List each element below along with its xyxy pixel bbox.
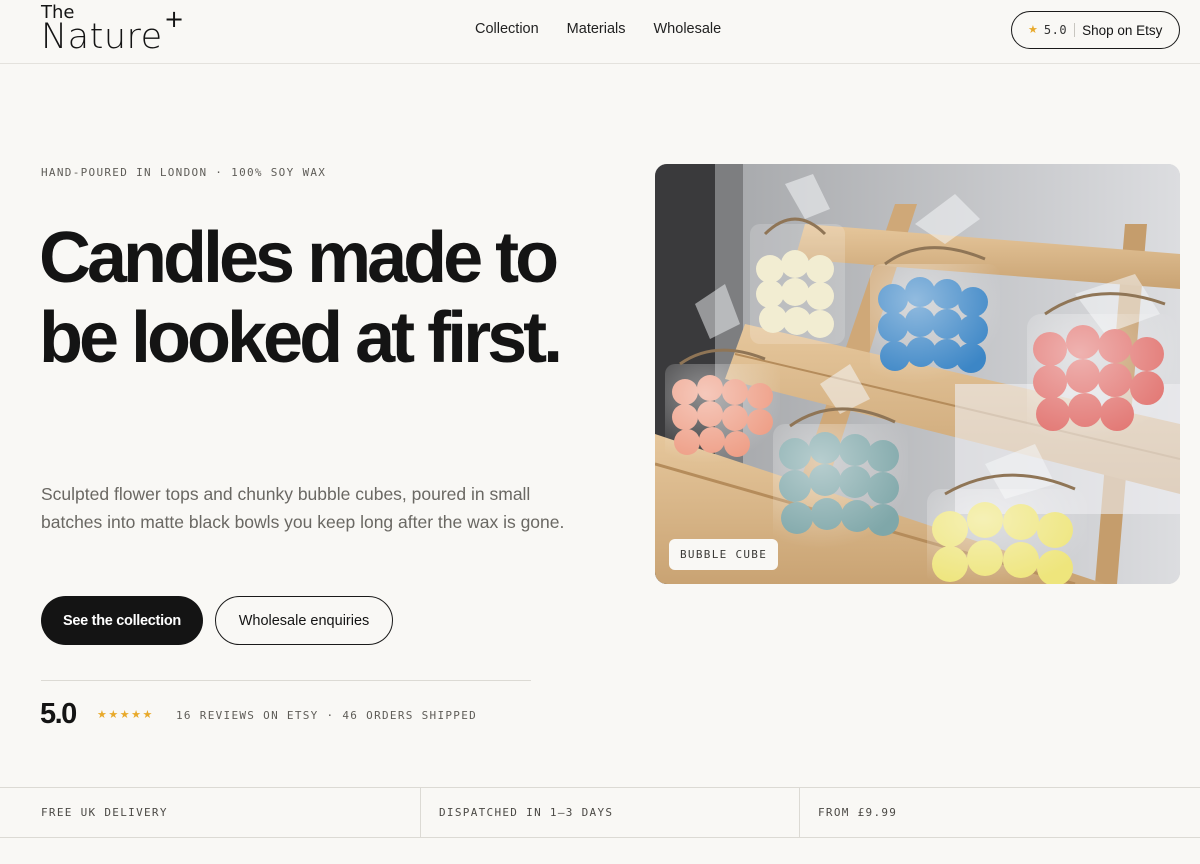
nav-link-collection[interactable]: Collection — [475, 20, 539, 38]
feature-free-delivery: FREE UK DELIVERY — [0, 788, 421, 837]
divider — [41, 680, 531, 681]
see-collection-button[interactable]: See the collection — [41, 596, 203, 645]
feature-price-from: FROM £9.99 — [818, 806, 898, 819]
star-icon: ★ — [1028, 23, 1038, 36]
rating-meta: 16 REVIEWS ON ETSY · 46 ORDERS SHIPPED — [176, 709, 478, 722]
rating-stars-icon: ★★★★★ — [97, 709, 154, 721]
nav-link-wholesale[interactable]: Wholesale — [654, 20, 722, 38]
nav-link-materials[interactable]: Materials — [567, 20, 626, 38]
rating-score: 5.0 — [40, 698, 77, 730]
bubble-cube-candles-illustration — [655, 164, 1180, 584]
logo-plus: + — [164, 5, 185, 33]
logo-nature: Nature — [41, 17, 163, 57]
hero-headline: Candles made to be looked at first. — [39, 218, 563, 378]
main-nav: Collection Materials Wholesale — [475, 20, 749, 38]
product-photo: BUBBLE CUBE — [655, 164, 1180, 584]
feature-dispatch-time: DISPATCHED IN 1–3 DAYS — [421, 788, 800, 837]
divider — [1074, 23, 1076, 37]
wholesale-enquiries-button[interactable]: Wholesale enquiries — [215, 596, 393, 645]
etsy-rating: 5.0 — [1043, 23, 1068, 37]
hero-eyebrow: HAND-POURED IN LONDON · 100% SOY WAX — [41, 166, 327, 179]
brand-logo[interactable]: The Nature + — [41, 3, 186, 57]
etsy-label: Shop on Etsy — [1082, 22, 1163, 38]
hero-subtext: Sculpted flower tops and chunky bubble c… — [41, 484, 565, 532]
site-header: The Nature + Collection Materials Wholes… — [0, 0, 1200, 64]
shop-on-etsy-button[interactable]: ★ 5.0 Shop on Etsy — [1011, 11, 1180, 49]
product-tag: BUBBLE CUBE — [669, 539, 779, 570]
feature-strip: FREE UK DELIVERY DISPATCHED IN 1–3 DAYS … — [0, 787, 1200, 838]
